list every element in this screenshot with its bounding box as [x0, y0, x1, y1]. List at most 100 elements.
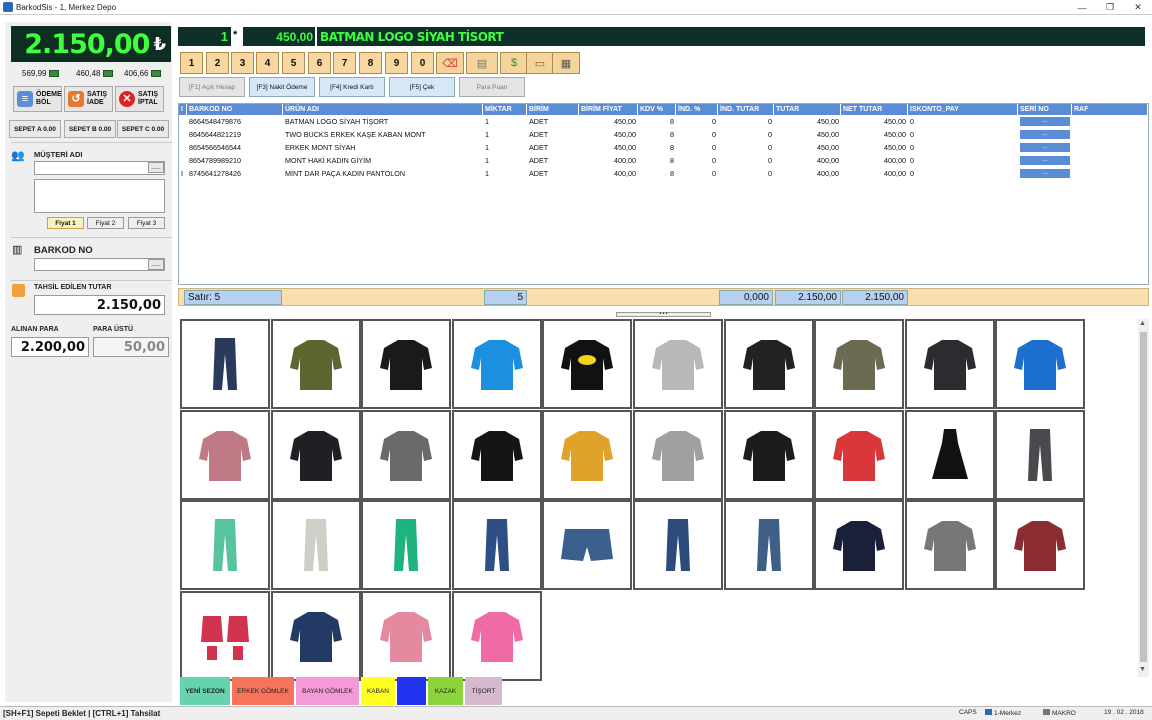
col-unit[interactable]: BİRİM	[527, 104, 579, 115]
category-sweater[interactable]: KAZAK	[428, 677, 463, 705]
product-tile[interactable]	[270, 500, 361, 591]
col-shelf[interactable]: RAF	[1072, 104, 1148, 115]
numpad-7[interactable]: 7	[333, 52, 356, 74]
basket-a-button[interactable]: SEPET A 0.00	[9, 120, 61, 138]
category-men-shirt[interactable]: ERKEK GÖMLEK	[232, 677, 294, 705]
scroll-up-icon[interactable]: ▲	[1139, 320, 1146, 327]
close-button[interactable]: ✕	[1124, 0, 1152, 15]
product-tile[interactable]	[451, 319, 542, 409]
col-qty[interactable]: MİKTAR	[483, 104, 527, 115]
numpad-5[interactable]: 5	[282, 52, 305, 74]
product-tile[interactable]	[633, 409, 723, 500]
product-tile[interactable]	[814, 409, 905, 500]
sale-return-button[interactable]: ↺ SATIŞ İADE	[64, 86, 113, 112]
product-tile[interactable]	[542, 500, 633, 591]
product-tile[interactable]	[995, 500, 1086, 591]
product-tile[interactable]	[451, 590, 542, 681]
basket-c-button[interactable]: SEPET C 0.00	[117, 120, 169, 138]
sale-cancel-button[interactable]: ✕ SATIŞ İPTAL	[115, 86, 164, 112]
numpad-1[interactable]: 1	[180, 52, 203, 74]
serial-number-button[interactable]: ...	[1020, 130, 1070, 139]
product-tile[interactable]	[995, 409, 1086, 500]
basket-b-button[interactable]: SEPET B 0.00	[64, 120, 116, 138]
product-tile[interactable]	[361, 409, 452, 500]
product-tile[interactable]	[180, 409, 270, 500]
numpad-2[interactable]: 2	[206, 52, 229, 74]
barcode-input[interactable]	[34, 258, 165, 271]
col-serial[interactable]: SERİ NO	[1018, 104, 1072, 115]
open-account-button[interactable]: [F1] Açık Hesap	[179, 77, 245, 97]
customer-input[interactable]	[34, 161, 165, 175]
col-amount[interactable]: TUTAR	[774, 104, 841, 115]
col-unit-price[interactable]: BİRİM FİYAT	[579, 104, 638, 115]
customer-note-field[interactable]	[34, 179, 165, 213]
numpad-0[interactable]: 0	[411, 52, 434, 74]
category-blue[interactable]	[397, 677, 426, 705]
table-row[interactable]: 8654566546544 ERKEK MONT SİYAH 1 ADET 450,00…	[179, 141, 1148, 154]
product-tile[interactable]	[270, 319, 361, 409]
product-tile[interactable]	[995, 319, 1086, 409]
product-tile[interactable]	[633, 500, 723, 591]
table-row[interactable]: I 8745641278426 MİNT DAR PAÇA KADIN PANTOL…	[179, 167, 1148, 180]
category-women-shirt[interactable]: BAYAN GÖMLEK	[296, 677, 359, 705]
product-tile[interactable]	[451, 409, 542, 500]
col-barcode[interactable]: BARKOD NO	[187, 104, 283, 115]
customer-lookup-button[interactable]: .....	[148, 162, 164, 173]
product-tile[interactable]	[270, 590, 361, 681]
scroll-down-icon[interactable]: ▼	[1139, 666, 1146, 673]
product-tile[interactable]	[542, 409, 633, 500]
category-new-season[interactable]: YENİ SEZON	[180, 677, 230, 705]
price-level-2-button[interactable]: Fiyat 2	[87, 217, 124, 229]
product-tile[interactable]	[904, 500, 995, 591]
product-tile[interactable]	[270, 409, 361, 500]
received-amount[interactable]: 2.200,00	[11, 337, 89, 357]
product-tile[interactable]	[180, 590, 270, 681]
product-tile[interactable]	[361, 590, 452, 681]
col-vat[interactable]: KDV %	[638, 104, 676, 115]
product-tile[interactable]	[904, 319, 995, 409]
col-disc-amount[interactable]: İND. TUTAR	[718, 104, 774, 115]
points-button[interactable]: Para Puan	[459, 77, 525, 97]
calculator-button-icon[interactable]: ▦	[552, 52, 580, 74]
split-payment-button[interactable]: ≡ ÖDEME BÖL	[13, 86, 62, 112]
splitter-handle[interactable]: • • •	[616, 312, 711, 317]
col-iskonto[interactable]: ISKONTO_PAY	[908, 104, 1018, 115]
col-disc-pct[interactable]: İND. %	[676, 104, 718, 115]
backspace-icon[interactable]: ⌫	[436, 52, 464, 74]
serial-number-button[interactable]: ...	[1020, 117, 1070, 126]
product-tile[interactable]	[361, 500, 452, 591]
product-tile[interactable]	[814, 319, 905, 409]
product-tile[interactable]	[451, 500, 542, 591]
product-tile[interactable]	[723, 500, 814, 591]
table-row[interactable]: 8645644821219 TWO BUCKS ERKEK KAŞE KABAN …	[179, 128, 1148, 141]
numpad-8[interactable]: 8	[359, 52, 382, 74]
table-row[interactable]: 8664548479876 BATMAN LOGO SİYAH TİŞORT 1 AD…	[179, 115, 1148, 128]
price-level-1-button[interactable]: Fiyat 1	[47, 217, 84, 229]
cash-icon[interactable]: $	[500, 52, 528, 74]
cheque-button[interactable]: [F5] Çek	[389, 77, 455, 97]
scroll-thumb[interactable]	[1140, 332, 1147, 662]
product-tile[interactable]	[180, 319, 270, 409]
serial-number-button[interactable]: ...	[1020, 169, 1070, 178]
barcode-lookup-button[interactable]: .....	[148, 259, 164, 270]
numpad-4[interactable]: 4	[256, 52, 279, 74]
serial-number-button[interactable]: ...	[1020, 156, 1070, 165]
cash-payment-button[interactable]: [F3] Nakit Ödeme	[249, 77, 315, 97]
credit-card-button[interactable]: [F4] Kredi Kartı	[319, 77, 385, 97]
product-tile[interactable]	[542, 319, 633, 409]
col-product[interactable]: ÜRÜN ADI	[283, 104, 483, 115]
col-net[interactable]: NET TUTAR	[841, 104, 908, 115]
product-tile[interactable]	[180, 500, 270, 591]
product-tile[interactable]	[633, 319, 723, 409]
numpad-6[interactable]: 6	[308, 52, 331, 74]
gallery-scrollbar[interactable]: ▲ ▼	[1138, 319, 1149, 677]
numpad-9[interactable]: 9	[385, 52, 408, 74]
category-coat[interactable]: KABAN	[361, 677, 395, 705]
minimize-button[interactable]: —	[1068, 0, 1096, 15]
cash-register-icon[interactable]: ▤	[466, 52, 498, 74]
price-level-3-button[interactable]: Fiyat 3	[128, 217, 165, 229]
product-tile[interactable]	[361, 319, 452, 409]
numpad-3[interactable]: 3	[231, 52, 254, 74]
category-tshirt[interactable]: TİŞORT	[465, 677, 502, 705]
product-tile[interactable]	[723, 409, 814, 500]
